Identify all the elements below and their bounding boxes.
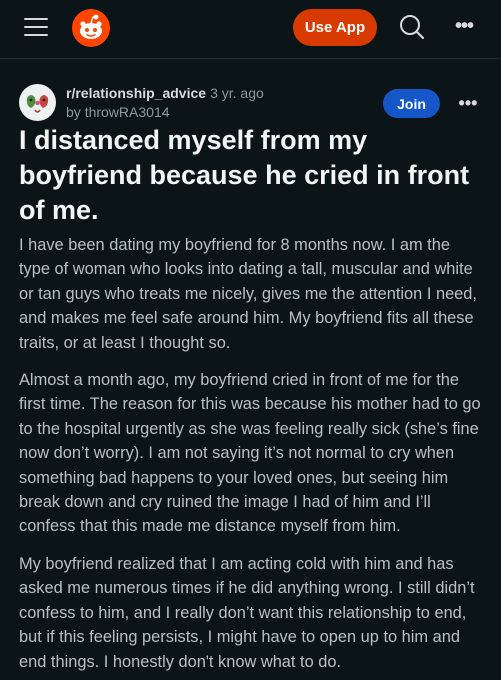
ellipsis-icon[interactable]: ••• <box>451 14 477 38</box>
post-meta: r/relationship_advice 3 yr. ago by throwR… <box>19 84 481 124</box>
author-name[interactable]: throwRA3014 <box>85 104 170 120</box>
by-prefix: by <box>66 104 81 120</box>
post-paragraph: I have been dating my boyfriend for 8 mo… <box>19 236 477 352</box>
author-line: by throwRA3014 <box>66 104 170 120</box>
subreddit-line: r/relationship_advice 3 yr. ago <box>66 85 264 101</box>
hamburger-menu-icon[interactable] <box>24 14 50 38</box>
subreddit-name[interactable]: r/relationship_advice <box>66 85 206 101</box>
post-paragraph: Almost a month ago, my boyfriend cried i… <box>19 371 481 536</box>
reddit-logo-icon[interactable] <box>72 9 110 47</box>
search-icon[interactable] <box>397 12 427 42</box>
post-options-icon[interactable]: ••• <box>456 92 480 114</box>
header-divider <box>0 58 501 59</box>
subreddit-avatar[interactable] <box>19 84 56 121</box>
post-paragraph: My boyfriend realized that I am acting c… <box>19 555 475 671</box>
top-bar: Use App ••• <box>0 0 501 56</box>
post-title: I distanced myself from my boyfriend bec… <box>19 125 470 225</box>
join-button[interactable]: Join <box>383 89 440 118</box>
post-age: 3 yr. ago <box>210 85 264 101</box>
use-app-button[interactable]: Use App <box>293 9 377 46</box>
